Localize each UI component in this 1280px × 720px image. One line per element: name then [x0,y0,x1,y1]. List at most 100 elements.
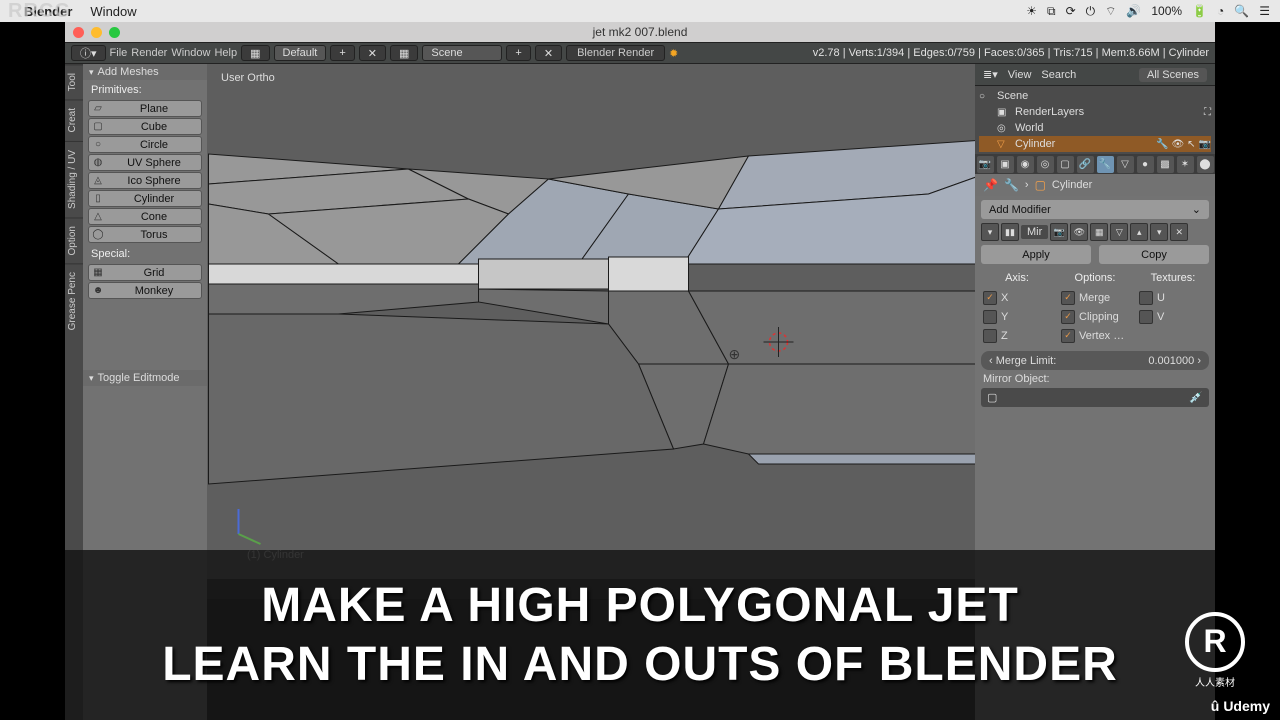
clock-icon[interactable]: ◔ [1217,4,1224,18]
tex-v-checkbox[interactable] [1139,310,1153,324]
tab-options[interactable]: Option [65,217,83,263]
modifier-name[interactable]: Mir [1021,225,1048,239]
add-uvsphere[interactable]: ◍UV Sphere [88,154,202,171]
screenshot-icon[interactable]: ⧉ [1047,4,1056,19]
minimize-icon[interactable] [91,27,102,38]
add-modifier-button[interactable]: Add Modifier⌄ [981,200,1209,219]
sync-icon[interactable]: ⟳ [1066,4,1076,18]
axis-y-checkbox[interactable] [983,310,997,324]
menu-window[interactable]: Window [90,4,136,19]
merge-checkbox[interactable] [1061,291,1075,305]
scene-del-icon[interactable]: ✕ [535,45,562,61]
tex-u-checkbox[interactable] [1139,291,1153,305]
scene-selector[interactable]: Scene [422,45,502,61]
tab-object-icon[interactable]: ▢ [1057,156,1074,173]
add-monkey[interactable]: ☻Monkey [88,282,202,299]
move-down-icon[interactable]: ▾ [1150,223,1168,241]
tab-material-icon[interactable]: ● [1137,156,1154,173]
eyedropper-icon[interactable]: 💉 [1189,391,1203,404]
menu-icon[interactable]: ☰ [1259,4,1270,18]
menu-render[interactable]: Render [131,47,167,59]
add-torus[interactable]: ◯Torus [88,226,202,243]
viewport-vis-icon[interactable]: 👁 [1070,223,1088,241]
outliner-renderlayers[interactable]: RenderLayers [1015,106,1084,118]
layout-prev-icon[interactable]: ▦ [241,45,269,61]
mac-menubar: Blender Window ☀ ⧉ ⟳ ⏻ ⌔ 🔊 100% 🔋 ◔ 🔍 ☰ [0,0,1280,22]
menu-help[interactable]: Help [214,47,237,59]
move-up-icon[interactable]: ▴ [1130,223,1148,241]
camera-icon[interactable]: ⛶ [1204,107,1211,118]
editor-type-icon[interactable]: ⓘ▾ [71,45,106,61]
outliner[interactable]: ○Scene ▣RenderLayers⛶ ◎World ▽Cylinder🔧👁… [975,86,1215,154]
outliner-search[interactable]: Search [1041,69,1076,81]
brightness-icon[interactable]: ☀ [1026,4,1037,18]
apply-button[interactable]: Apply [981,245,1091,264]
zoom-icon[interactable] [109,27,120,38]
collapse-icon[interactable]: ▾ [981,223,999,241]
add-plane[interactable]: ▱Plane [88,100,202,117]
volume-icon[interactable]: 🔊 [1126,4,1141,18]
add-cube[interactable]: ▢Cube [88,118,202,135]
spotlight-icon[interactable]: 🔍 [1234,4,1249,18]
battery-icon[interactable]: 🔋 [1192,4,1207,18]
outliner-world[interactable]: World [1015,122,1044,134]
add-cone[interactable]: △Cone [88,208,202,225]
crumb-object[interactable]: Cylinder [1052,179,1092,191]
tab-render-icon[interactable]: 📷 [977,156,994,173]
outliner-view[interactable]: View [1008,69,1032,81]
outliner-scene[interactable]: Scene [997,90,1028,102]
render-engine[interactable]: Blender Render [566,45,665,61]
editor-type-icon[interactable]: ≣▾ [983,68,998,81]
panel-toggle-editmode[interactable]: Toggle Editmode [83,370,207,386]
menu-file[interactable]: File [110,47,128,59]
tab-grease[interactable]: Grease Penc [65,263,83,338]
tab-world2-icon[interactable]: ◎ [1037,156,1054,173]
add-cylinder[interactable]: ▯Cylinder [88,190,202,207]
axis-x-checkbox[interactable] [983,291,997,305]
tab-layers-icon[interactable]: ▣ [997,156,1014,173]
cursor-icon[interactable]: ↖ [1187,139,1195,150]
mesh-icon: ▽ [997,139,1011,150]
3d-viewport[interactable]: User Ortho [207,64,1000,579]
tab-data-icon[interactable]: ▽ [1117,156,1134,173]
outliner-filter[interactable]: All Scenes [1139,68,1207,82]
panel-add-meshes[interactable]: Add Meshes [83,64,207,80]
render-vis-icon[interactable]: 📷 [1050,223,1068,241]
axis-z-checkbox[interactable] [983,329,997,343]
tab-scene2-icon[interactable]: ◉ [1017,156,1034,173]
copy-button[interactable]: Copy [1099,245,1209,264]
layout-selector[interactable]: Default [274,45,327,61]
merge-limit-field[interactable]: ‹ Merge Limit: 0.001000 › [981,351,1209,370]
render2-icon[interactable]: 📷 [1199,139,1211,150]
add-icosphere[interactable]: ◬Ico Sphere [88,172,202,189]
scene-icon[interactable]: ▦ [390,45,418,61]
pin-icon[interactable]: 📌 [983,178,998,192]
delete-mod-icon[interactable]: ✕ [1170,223,1188,241]
wifi-icon[interactable]: ⌔ [1105,4,1116,19]
cage-icon[interactable]: ▽ [1110,223,1128,241]
add-grid[interactable]: ▦Grid [88,264,202,281]
svg-text:⊕: ⊕ [729,346,741,362]
tab-constraints-icon[interactable]: 🔗 [1077,156,1094,173]
tab-create[interactable]: Creat [65,99,83,140]
outliner-cylinder[interactable]: Cylinder [1015,138,1055,150]
tab-texture-icon[interactable]: ▩ [1157,156,1174,173]
layout-add-icon[interactable]: + [330,45,354,61]
modifier-icon[interactable]: 🔧 [1156,139,1168,150]
clipping-checkbox[interactable] [1061,310,1075,324]
mirror-object-picker[interactable]: ▢ 💉 [981,388,1209,407]
scene-add-icon[interactable]: + [506,45,530,61]
menu-window2[interactable]: Window [171,47,210,59]
close-icon[interactable] [73,27,84,38]
tab-physics-icon[interactable]: ⬤ [1197,156,1214,173]
tab-tools[interactable]: Tool [65,64,83,99]
editmode-vis-icon[interactable]: ▦ [1090,223,1108,241]
tab-shading[interactable]: Shading / UV [65,141,83,217]
tab-particles-icon[interactable]: ✶ [1177,156,1194,173]
tab-modifiers-icon[interactable]: 🔧 [1097,156,1114,173]
add-circle[interactable]: ○Circle [88,136,202,153]
power-icon[interactable]: ⏻ [1086,4,1096,19]
vertex-checkbox[interactable] [1061,329,1075,343]
eye-icon[interactable]: 👁 [1171,139,1184,150]
layout-del-icon[interactable]: ✕ [359,45,386,61]
